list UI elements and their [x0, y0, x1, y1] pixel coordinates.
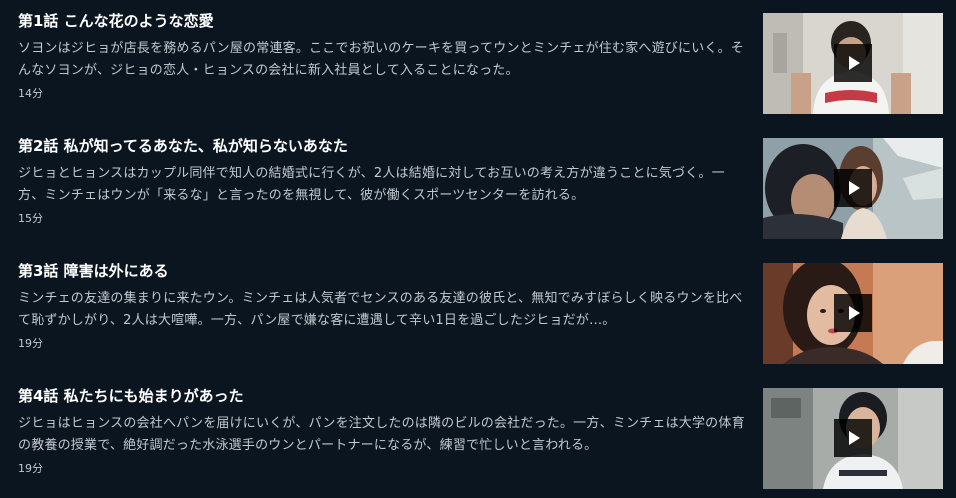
episode-item[interactable]: 第1話 こんな花のような恋愛 ソヨンはジヒョが店長を務めるパン屋の常連客。ここで…: [0, 12, 956, 137]
episode-duration: 15分: [18, 212, 43, 225]
episode-thumbnail[interactable]: [763, 13, 943, 114]
episode-item[interactable]: 第4話 私たちにも始まりがあった ジヒョはヒョンスの会社へパンを届けにいくが、パ…: [0, 387, 956, 498]
play-button[interactable]: [834, 294, 872, 332]
episode-list: 第1話 こんな花のような恋愛 ソヨンはジヒョが店長を務めるパン屋の常連客。ここで…: [0, 0, 956, 498]
play-icon: [849, 431, 860, 445]
play-icon: [849, 56, 860, 70]
episode-description: ミンチェの友達の集まりに来たウン。ミンチェは人気者でセンスのある友達の彼氏と、無…: [18, 291, 743, 328]
episode-title[interactable]: 第4話 私たちにも始まりがあった: [18, 387, 244, 405]
episode-thumbnail[interactable]: [763, 138, 943, 239]
episode-thumbnail[interactable]: [763, 388, 943, 489]
play-icon: [849, 306, 860, 320]
episode-title[interactable]: 第3話 障害は外にある: [18, 262, 169, 280]
episode-description: ソヨンはジヒョが店長を務めるパン屋の常連客。ここでお祝いのケーキを買ってウンとミ…: [18, 41, 745, 78]
play-icon: [849, 181, 860, 195]
episode-thumbnail[interactable]: [763, 263, 943, 364]
episode-item[interactable]: 第3話 障害は外にある ミンチェの友達の集まりに来たウン。ミンチェは人気者でセン…: [0, 262, 956, 387]
episode-duration: 19分: [18, 462, 43, 475]
episode-item[interactable]: 第2話 私が知ってるあなた、私が知らないあなた ジヒョとヒョンスはカップル同伴で…: [0, 137, 956, 262]
episode-duration: 14分: [18, 87, 43, 100]
episode-title[interactable]: 第2話 私が知ってるあなた、私が知らないあなた: [18, 137, 348, 155]
episode-duration: 19分: [18, 337, 43, 350]
episode-title[interactable]: 第1話 こんな花のような恋愛: [18, 12, 214, 30]
episode-description: ジヒョはヒョンスの会社へパンを届けにいくが、パンを注文したのは隣のビルの会社だっ…: [18, 416, 745, 453]
episode-description: ジヒョとヒョンスはカップル同伴で知人の結婚式に行くが、2人は結婚に対してお互いの…: [18, 166, 725, 203]
play-button[interactable]: [834, 44, 872, 82]
play-button[interactable]: [834, 169, 872, 207]
play-button[interactable]: [834, 419, 872, 457]
